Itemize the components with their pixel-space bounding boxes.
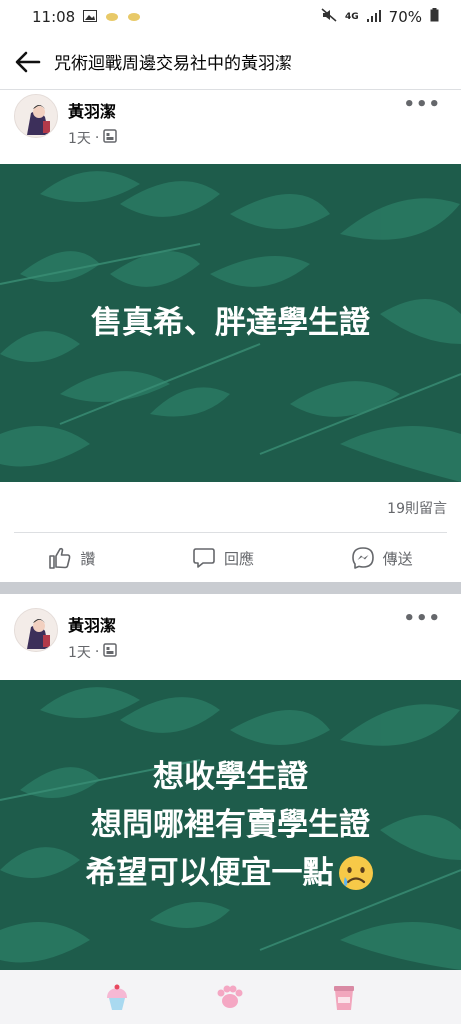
cup-icon[interactable] bbox=[327, 980, 361, 1014]
post-meta: 1天 · bbox=[68, 128, 118, 148]
post-background-banner: 想收學生證 想問哪裡有賣學生證 希望可以便宜一點 bbox=[0, 680, 461, 970]
post-text-line: 售真希、胖達學生證 bbox=[91, 305, 370, 341]
post-actions: 讚 回應 傳送 bbox=[0, 534, 461, 582]
arrow-left-icon bbox=[15, 51, 41, 72]
like-label: 讚 bbox=[80, 549, 96, 568]
speech-bubble-icon bbox=[193, 548, 215, 568]
weather-icon bbox=[105, 8, 119, 26]
post-text-line: 想問哪裡有賣學生證 bbox=[91, 807, 370, 843]
share-button[interactable]: 傳送 bbox=[351, 546, 413, 570]
network-badge: 4G bbox=[345, 12, 359, 22]
paw-icon[interactable] bbox=[213, 980, 247, 1014]
post-text-line: 想收學生證 bbox=[153, 759, 308, 795]
feed-separator bbox=[0, 582, 461, 594]
page-title: 咒術迴戰周邊交易社中的黃羽潔 bbox=[54, 54, 292, 74]
like-button[interactable]: 讚 bbox=[48, 546, 95, 570]
post-meta: 1天 · bbox=[68, 642, 118, 662]
post-text-line-with-emoji: 希望可以便宜一點 bbox=[86, 849, 376, 897]
battery-icon bbox=[430, 8, 439, 26]
status-time: 11:08 bbox=[32, 8, 76, 26]
more-options-button[interactable]: ••• bbox=[403, 94, 441, 115]
author-name[interactable]: 黃羽潔 bbox=[68, 612, 116, 636]
post-time[interactable]: 1天 bbox=[68, 642, 91, 662]
comment-button[interactable]: 回應 bbox=[192, 546, 254, 570]
share-label: 傳送 bbox=[382, 549, 413, 568]
group-privacy-icon bbox=[103, 129, 118, 147]
mute-icon bbox=[321, 8, 337, 26]
divider bbox=[14, 532, 447, 533]
status-bar: 11:08 4G 70% bbox=[0, 0, 461, 34]
meta-separator: · bbox=[94, 644, 100, 660]
avatar[interactable] bbox=[14, 608, 58, 652]
gallery-icon bbox=[83, 8, 98, 26]
meta-separator: · bbox=[94, 130, 100, 146]
post-header: 黃羽潔 1天 · ••• bbox=[0, 606, 461, 678]
messenger-icon bbox=[351, 547, 374, 569]
post-card: 黃羽潔 1天 · ••• bbox=[0, 92, 461, 582]
thumbs-up-icon bbox=[49, 547, 71, 569]
group-privacy-icon bbox=[103, 643, 118, 661]
app-header: 咒術迴戰周邊交易社中的黃羽潔 bbox=[0, 34, 461, 90]
status-left: 11:08 bbox=[32, 8, 141, 26]
battery-percent: 70% bbox=[388, 8, 422, 26]
author-name[interactable]: 黃羽潔 bbox=[68, 98, 116, 122]
post-text: 想收學生證 想問哪裡有賣學生證 希望可以便宜一點 bbox=[86, 753, 376, 897]
bottom-nav bbox=[0, 970, 461, 1024]
post-background-banner: 售真希、胖達學生證 bbox=[0, 164, 461, 482]
post-header: 黃羽潔 1天 · ••• bbox=[0, 92, 461, 164]
status-right: 4G 70% bbox=[321, 8, 439, 26]
signal-icon bbox=[366, 8, 381, 26]
post-text: 售真希、胖達學生證 bbox=[91, 299, 370, 347]
weather-icon-2 bbox=[127, 8, 141, 26]
more-options-button[interactable]: ••• bbox=[403, 608, 441, 629]
back-button[interactable] bbox=[14, 48, 42, 76]
post-text-line: 希望可以便宜一點 bbox=[85, 855, 334, 891]
post-card: 黃羽潔 1天 · ••• bbox=[0, 606, 461, 970]
avatar[interactable] bbox=[14, 94, 58, 138]
cupcake-icon[interactable] bbox=[100, 980, 134, 1014]
comments-count[interactable]: 19則留言 bbox=[387, 498, 447, 518]
sad-face-emoji-icon bbox=[338, 856, 373, 890]
post-time[interactable]: 1天 bbox=[68, 128, 91, 148]
comment-label: 回應 bbox=[223, 549, 254, 568]
